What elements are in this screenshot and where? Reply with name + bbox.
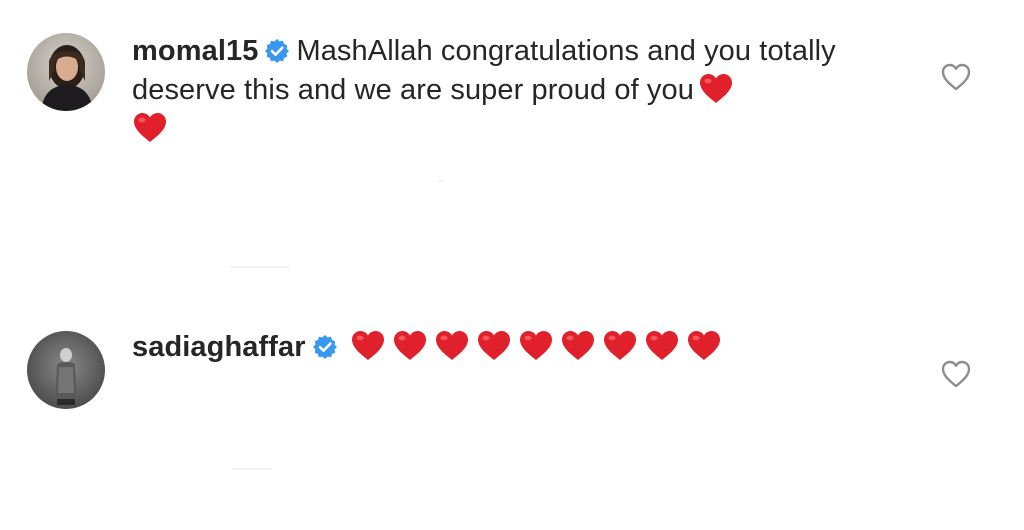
- red-heart-emoji: [518, 329, 554, 362]
- red-heart-emoji: [560, 329, 596, 362]
- user-avatar-sadiaghaffar[interactable]: [27, 331, 105, 409]
- user-avatar-momal15[interactable]: [27, 33, 105, 111]
- divider: [438, 180, 444, 182]
- divider: [232, 468, 272, 470]
- comment-username[interactable]: momal15: [132, 35, 258, 67]
- red-heart-emoji: [602, 329, 638, 362]
- comment-body: momal15 MashAllah congratulations and you…: [132, 32, 902, 149]
- red-heart-emoji: [434, 329, 470, 362]
- like-heart-icon[interactable]: [940, 359, 972, 389]
- red-heart-emoji: [644, 329, 680, 362]
- like-heart-icon[interactable]: [940, 62, 972, 92]
- red-heart-emoji: [698, 72, 734, 105]
- comment-body: sadiaghaffar: [132, 328, 902, 367]
- red-heart-emoji: [350, 329, 386, 362]
- divider: [230, 266, 290, 268]
- red-heart-emoji: [686, 329, 722, 362]
- verified-badge-icon: [312, 334, 338, 360]
- verified-badge-icon: [264, 38, 290, 64]
- red-heart-emoji: [132, 111, 168, 144]
- red-heart-emoji: [476, 329, 512, 362]
- red-heart-emoji: [392, 329, 428, 362]
- heart-emoji-row: [344, 328, 722, 367]
- comments-section: momal15 MashAllah congratulations and you…: [0, 0, 1024, 530]
- comment-username[interactable]: sadiaghaffar: [132, 331, 306, 363]
